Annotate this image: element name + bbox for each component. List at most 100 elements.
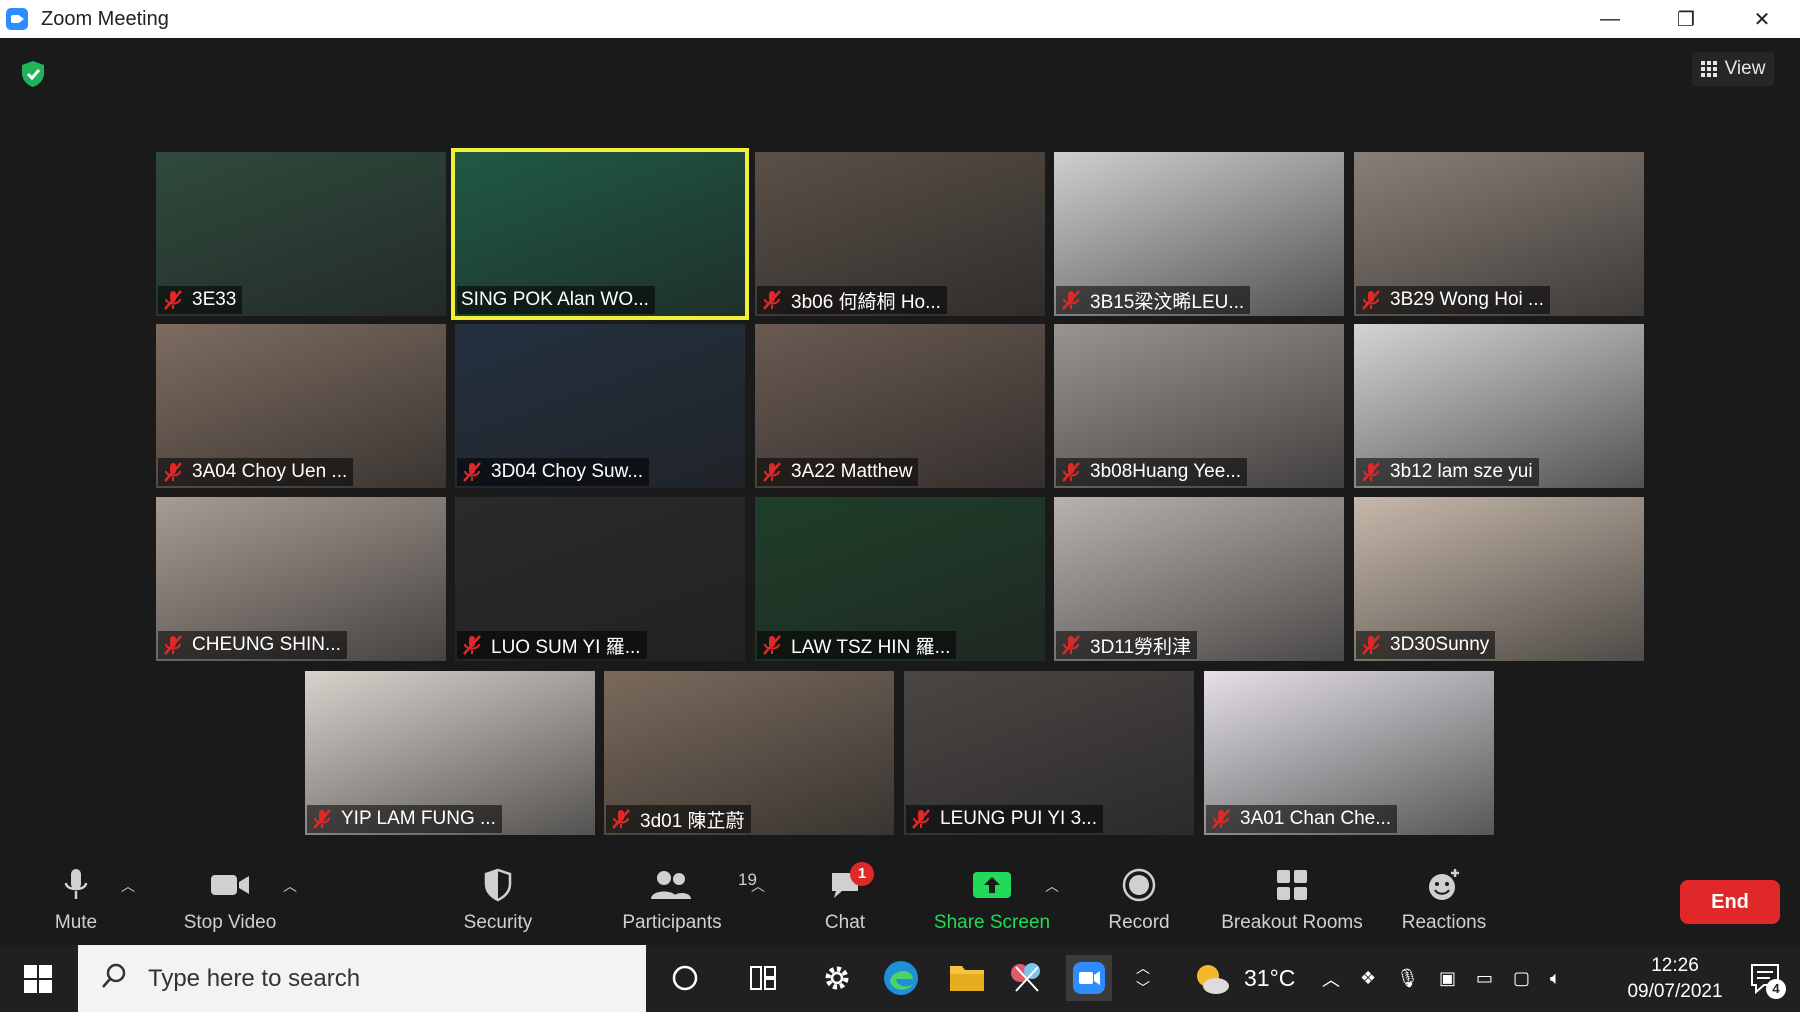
clock-date: 09/07/2021 (1627, 981, 1723, 1002)
participant-name: 3B29 Wong Hoi ... (1390, 289, 1544, 310)
minimize-button[interactable]: — (1572, 0, 1648, 38)
muted-microphone-icon (311, 808, 333, 830)
muted-microphone-icon (1360, 461, 1382, 483)
volume-icon[interactable]: 🔈︎ (1550, 968, 1561, 989)
participant-tile[interactable]: 3D30Sunny (1354, 497, 1644, 661)
share-options-caret-icon[interactable]: ︿ (1044, 876, 1060, 894)
search-placeholder: Type here to search (148, 964, 361, 992)
share-screen-label: Share Screen (933, 912, 1051, 933)
participant-tile[interactable]: 3A22 Matthew (755, 324, 1045, 488)
mute-button[interactable]: Mute (36, 860, 116, 945)
edge-browser-icon[interactable] (878, 955, 924, 1001)
stop-video-button[interactable]: Stop Video (172, 860, 288, 945)
muted-microphone-icon (162, 461, 184, 483)
participant-name-label: 3D30Sunny (1356, 631, 1496, 659)
weather-widget[interactable]: 31°C (1192, 945, 1295, 1012)
participant-name: 3A04 Choy Uen ... (192, 461, 348, 482)
participant-tile[interactable]: CHEUNG SHIN... (156, 497, 446, 661)
battery-icon[interactable]: ▭ (1476, 968, 1493, 989)
participant-tile[interactable]: LUO SUM YI 羅... (455, 497, 745, 661)
restore-button[interactable]: ❐ (1648, 0, 1724, 38)
participant-tile[interactable]: 3b06 何綺桐 Ho... (755, 152, 1045, 316)
file-explorer-icon[interactable] (944, 955, 990, 1001)
participant-tile[interactable]: 3E33 (156, 152, 446, 316)
taskbar-search-box[interactable]: Type here to search (78, 945, 646, 1012)
participant-name: 3B15梁汶晞LEU... (1090, 291, 1245, 313)
participant-tile[interactable]: SING POK Alan WO... (451, 148, 749, 320)
breakout-rooms-button[interactable]: Breakout Rooms (1216, 860, 1368, 945)
dropbox-icon[interactable]: ❖ (1360, 968, 1376, 989)
muted-microphone-icon (761, 289, 783, 311)
participant-name: 3D30Sunny (1390, 634, 1490, 655)
security-button[interactable]: Security (452, 860, 544, 945)
defender-tray-icon[interactable]: ▣ (1439, 968, 1456, 989)
taskbar-clock[interactable]: 12:26 09/07/2021 (1620, 953, 1730, 1005)
participants-label: Participants (622, 912, 722, 933)
mute-label: Mute (54, 912, 98, 933)
muted-microphone-icon (1210, 808, 1232, 830)
participant-tile[interactable]: 3D11勞利津 (1054, 497, 1344, 661)
network-icon[interactable]: ▢ (1513, 968, 1530, 989)
participant-tile[interactable]: 3b12 lam sze yui (1354, 324, 1644, 488)
participant-name: CHEUNG SHIN... (192, 634, 341, 655)
zoom-taskbar-icon[interactable] (1066, 955, 1112, 1001)
participant-tile[interactable]: 3A01 Chan Che... (1204, 671, 1494, 835)
notification-count: 4 (1766, 979, 1786, 999)
snip-tool-icon[interactable] (1004, 955, 1050, 1001)
participant-name-label: LAW TSZ HIN 羅... (757, 631, 957, 659)
zoom-app-icon (6, 8, 28, 30)
participant-tile[interactable]: 3D04 Choy Suw... (455, 324, 745, 488)
taskbar-scroll-chevrons-icon[interactable]: ︿ ﹀ (1128, 955, 1158, 1001)
reactions-button[interactable]: Reactions (1396, 860, 1492, 945)
participants-button[interactable]: 19 Participants (612, 860, 757, 945)
muted-microphone-icon (162, 289, 184, 311)
search-icon (100, 962, 128, 995)
view-button[interactable]: View (1692, 52, 1774, 86)
participant-name-label: 3b06 何綺桐 Ho... (757, 286, 947, 314)
notification-center-icon[interactable]: 4 (1746, 959, 1786, 999)
participant-tile[interactable]: 3B29 Wong Hoi ... (1354, 152, 1644, 316)
participant-tile[interactable]: 3B15梁汶晞LEU... (1054, 152, 1344, 316)
participant-tile[interactable]: 3A04 Choy Uen ... (156, 324, 446, 488)
windows-start-icon[interactable] (24, 965, 52, 993)
share-screen-button[interactable]: Share Screen (930, 860, 1054, 945)
muted-microphone-icon (162, 634, 184, 656)
participant-name-label: LEUNG PUI YI 3... (906, 805, 1103, 833)
muted-microphone-icon (1060, 634, 1082, 656)
close-button[interactable]: ✕ (1724, 0, 1800, 38)
video-options-caret-icon[interactable]: ︿ (282, 876, 298, 894)
participant-name: LAW TSZ HIN 羅... (791, 636, 951, 658)
participant-tile[interactable]: 3d01 陳芷蔚 (604, 671, 894, 835)
participant-tile[interactable]: LAW TSZ HIN 羅... (755, 497, 1045, 661)
windows-taskbar: Type here to search ︿ ﹀ 31°C ︿ ❖ 🎙︎ ▣ ▭ ▢… (0, 945, 1800, 1012)
chat-label: Chat (824, 912, 866, 933)
microphone-icon (63, 860, 89, 910)
show-hidden-icons-icon[interactable]: ︿ (1322, 966, 1340, 992)
window-title: Zoom Meeting (41, 7, 169, 30)
participant-tile[interactable]: YIP LAM FUNG ... (305, 671, 595, 835)
share-screen-icon (971, 860, 1013, 910)
end-meeting-button[interactable]: End (1680, 880, 1780, 924)
weather-temperature: 31°C (1244, 965, 1296, 991)
encryption-shield-icon[interactable] (20, 60, 46, 88)
participant-name-label: 3D04 Choy Suw... (457, 458, 650, 486)
record-button[interactable]: Record (1104, 860, 1174, 945)
muted-microphone-icon (1360, 289, 1382, 311)
task-view-icon[interactable] (740, 955, 786, 1001)
participant-name: YIP LAM FUNG ... (341, 808, 496, 829)
meeting-stage: View 3E33 SING POK Alan WO... 3b06 何綺桐 Ho.… (0, 38, 1800, 860)
participant-name: 3E33 (192, 289, 237, 310)
cortana-circle-icon[interactable] (662, 955, 708, 1001)
audio-options-caret-icon[interactable]: ︿ (120, 876, 136, 894)
participants-options-caret-icon[interactable]: ︿ (750, 876, 766, 894)
mic-tray-icon[interactable]: 🎙︎ (1396, 968, 1419, 989)
window-title-bar: Zoom Meeting — ❐ ✕ (0, 0, 1800, 38)
chat-unread-badge: 1 (850, 862, 874, 886)
reactions-smiley-icon (1426, 860, 1462, 910)
settings-gear-icon[interactable] (814, 955, 860, 1001)
participant-tile[interactable]: LEUNG PUI YI 3... (904, 671, 1194, 835)
meeting-toolbar: Mute ︿ Stop Video ︿ Security 19 Particip… (0, 860, 1800, 945)
participant-name: 3b08Huang Yee... (1090, 461, 1242, 482)
chat-button[interactable]: 1 Chat (814, 860, 876, 945)
participant-tile[interactable]: 3b08Huang Yee... (1054, 324, 1344, 488)
